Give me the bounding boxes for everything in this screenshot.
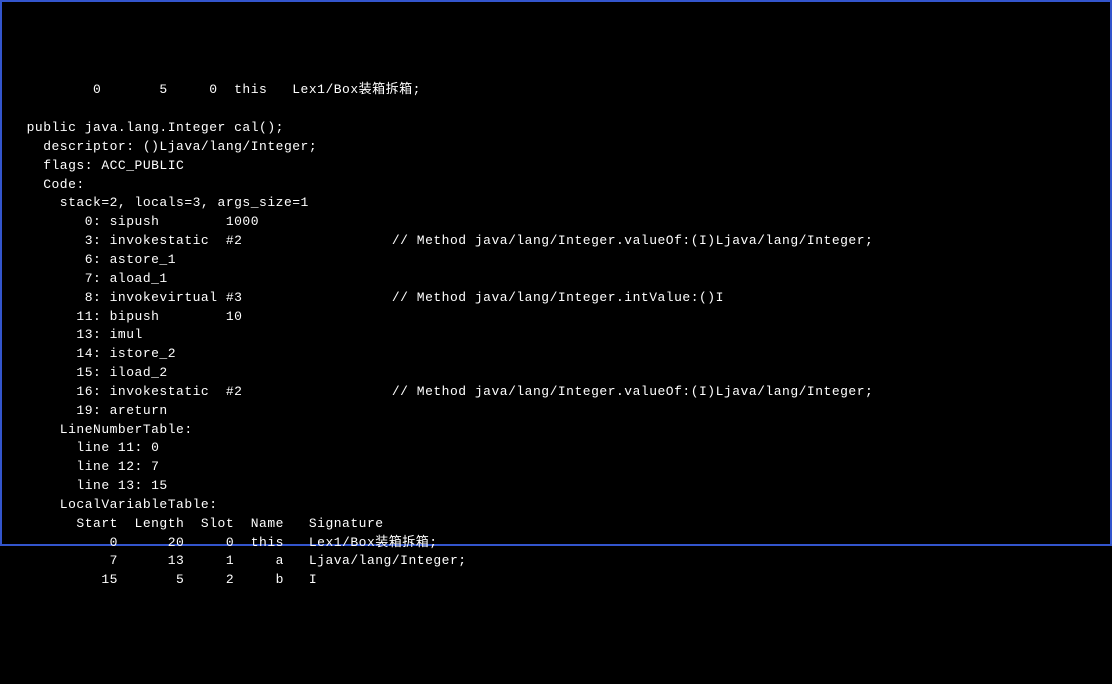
code-line: 15 5 2 b I — [10, 571, 1102, 590]
code-line: 16: invokestatic #2 // Method java/lang/… — [10, 383, 1102, 402]
code-line: Start Length Slot Name Signature — [10, 515, 1102, 534]
code-line: 0 5 0 this Lex1/Box装箱拆箱; — [10, 81, 1102, 100]
code-line: 8: invokevirtual #3 // Method java/lang/… — [10, 289, 1102, 308]
code-line: flags: ACC_PUBLIC — [10, 157, 1102, 176]
code-line: 7 13 1 a Ljava/lang/Integer; — [10, 552, 1102, 571]
code-line: 0 20 0 this Lex1/Box装箱拆箱; — [10, 534, 1102, 553]
code-line — [10, 100, 1102, 119]
code-line: line 12: 7 — [10, 458, 1102, 477]
code-line: stack=2, locals=3, args_size=1 — [10, 194, 1102, 213]
code-line: public java.lang.Integer cal(); — [10, 119, 1102, 138]
code-line: line 13: 15 — [10, 477, 1102, 496]
code-line: descriptor: ()Ljava/lang/Integer; — [10, 138, 1102, 157]
code-line: 11: bipush 10 — [10, 308, 1102, 327]
code-line: 0: sipush 1000 — [10, 213, 1102, 232]
code-line: LocalVariableTable: — [10, 496, 1102, 515]
code-line: LineNumberTable: — [10, 421, 1102, 440]
code-line: line 11: 0 — [10, 439, 1102, 458]
terminal-output: 0 5 0 this Lex1/Box装箱拆箱; public java.lan… — [10, 81, 1102, 590]
code-line: 15: iload_2 — [10, 364, 1102, 383]
code-line: 7: aload_1 — [10, 270, 1102, 289]
code-line: 13: imul — [10, 326, 1102, 345]
code-line: 14: istore_2 — [10, 345, 1102, 364]
code-line: 6: astore_1 — [10, 251, 1102, 270]
code-line: Code: — [10, 176, 1102, 195]
code-line: 19: areturn — [10, 402, 1102, 421]
code-line: 3: invokestatic #2 // Method java/lang/I… — [10, 232, 1102, 251]
